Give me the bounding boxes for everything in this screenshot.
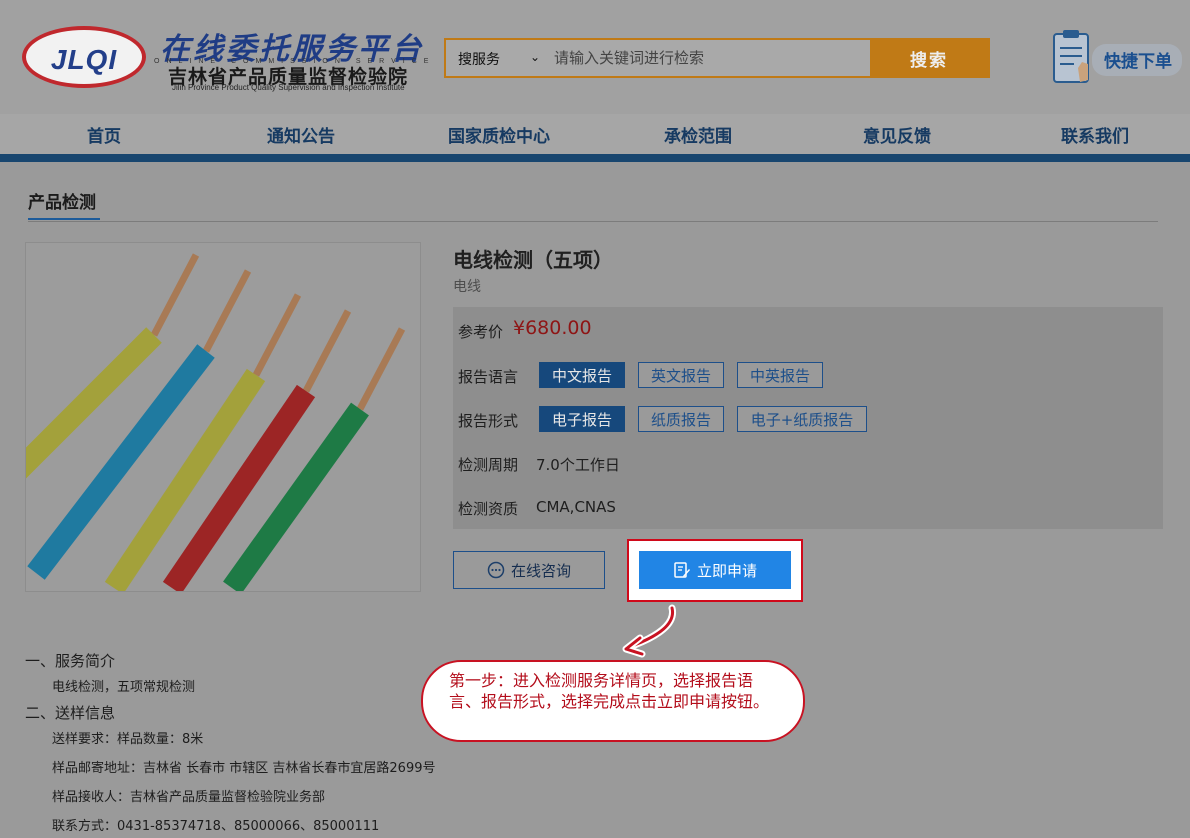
header: JLQI 在线委托服务平台 ONLINE COMMISSION SERVICE …: [0, 0, 1190, 114]
quick-order-button[interactable]: 快捷下单: [1052, 28, 1188, 90]
section-underline: [28, 218, 100, 220]
apply-now-label: 立即申请: [696, 561, 757, 580]
sample-info-heading: 二、送样信息: [25, 704, 116, 722]
nav-divider: [0, 154, 1190, 162]
logo-emblem: JLQI: [22, 26, 146, 88]
quick-order-label: 快捷下单: [1092, 44, 1182, 76]
product-title: 电线检测（五项）: [453, 248, 613, 272]
service-intro-heading: 一、服务简介: [25, 652, 116, 670]
nav-contact[interactable]: 联系我们: [1061, 122, 1129, 147]
chat-icon: [487, 561, 505, 579]
report-form-label: 报告形式: [458, 412, 519, 430]
cycle-value: 7.0个工作日: [536, 456, 620, 474]
report-form-paper[interactable]: 纸质报告: [638, 406, 724, 432]
price-value: ¥680.00: [513, 317, 592, 339]
product-image: [25, 242, 421, 592]
search-button[interactable]: 搜索: [870, 40, 988, 76]
main-nav: 首页 通知公告 国家质检中心 承检范围 意见反馈 联系我们: [0, 114, 1190, 154]
search-bar: 搜服务 ⌄ 搜索: [444, 38, 990, 78]
language-option-english[interactable]: 英文报告: [638, 362, 724, 388]
step-callout: 第一步：进入检测服务详情页，选择报告语言、报告形式，选择完成点击立即申请按钮。: [421, 660, 805, 742]
sample-address: 样品邮寄地址：吉林省 长春市 市辖区 吉林省长春市宜居路2699号: [52, 761, 436, 776]
apply-now-button[interactable]: 立即申请: [639, 551, 791, 589]
nav-notices[interactable]: 通知公告: [267, 122, 335, 147]
service-intro-text: 电线检测，五项常规检测: [52, 680, 196, 695]
edit-form-icon: [674, 562, 690, 578]
curved-arrow-icon: [622, 604, 677, 658]
logo-abbr: JLQI: [50, 44, 118, 75]
online-consult-button[interactable]: 在线咨询: [453, 551, 605, 589]
contact-info: 联系方式：0431-85374718、85000066、85000111: [52, 819, 380, 834]
price-label: 参考价: [458, 323, 504, 341]
cycle-label: 检测周期: [458, 456, 519, 474]
section-divider: [28, 221, 1158, 222]
search-type-value: 搜服务: [458, 52, 500, 68]
nav-home[interactable]: 首页: [87, 122, 121, 147]
online-consult-label: 在线咨询: [510, 561, 571, 580]
wires-illustration: [26, 253, 406, 591]
nav-scope[interactable]: 承检范围: [664, 122, 732, 147]
search-input[interactable]: [546, 40, 872, 76]
report-form-electronic[interactable]: 电子报告: [539, 406, 625, 432]
product-category: 电线: [453, 279, 481, 295]
product-spec-panel: 参考价 ¥680.00 报告语言 中文报告 英文报告 中英报告 报告形式 电子报…: [453, 307, 1163, 529]
clipboard-icon: [1053, 30, 1089, 83]
language-option-bilingual[interactable]: 中英报告: [737, 362, 823, 388]
logo-org-name-en: Jilin Province Product Quality Supervisi…: [172, 83, 405, 92]
qualification-label: 检测资质: [458, 500, 519, 518]
report-form-both[interactable]: 电子+纸质报告: [737, 406, 867, 432]
search-type-select[interactable]: 搜服务 ⌄: [446, 40, 546, 76]
language-option-chinese[interactable]: 中文报告: [539, 362, 625, 388]
section-title: 产品检测: [28, 193, 96, 213]
language-label: 报告语言: [458, 368, 519, 386]
nav-feedback[interactable]: 意见反馈: [863, 122, 931, 147]
site-logo[interactable]: JLQI 在线委托服务平台 ONLINE COMMISSION SERVICE …: [22, 22, 531, 98]
qualification-value: CMA,CNAS: [536, 498, 616, 516]
chevron-down-icon: ⌄: [529, 50, 540, 64]
nav-national-center[interactable]: 国家质检中心: [448, 122, 550, 147]
apply-highlight-frame: 立即申请: [627, 539, 803, 602]
sample-receiver: 样品接收人：吉林省产品质量监督检验院业务部: [52, 790, 326, 805]
sample-requirement: 送样要求：样品数量：8米: [52, 732, 204, 747]
